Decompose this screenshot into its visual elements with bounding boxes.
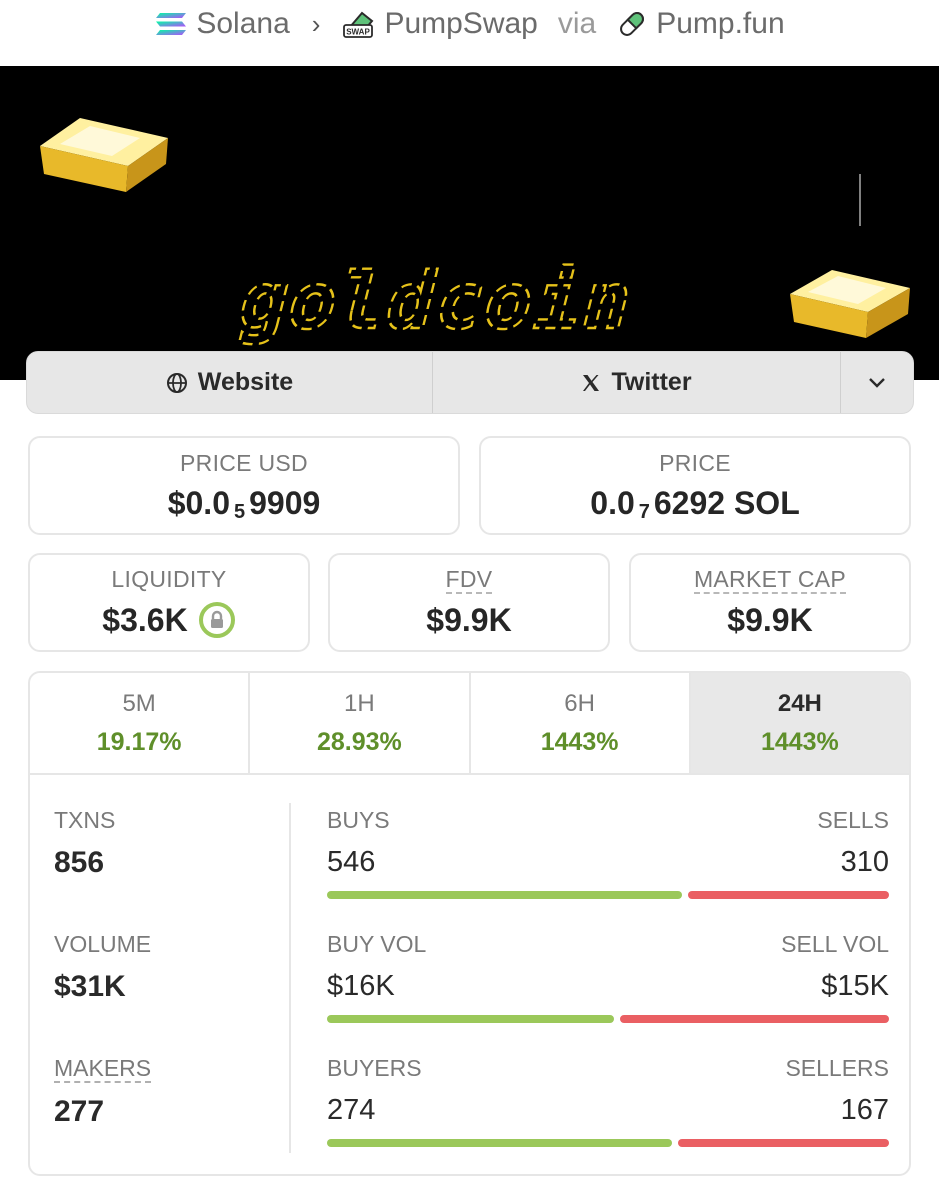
change-5m: 19.17% xyxy=(96,727,182,756)
fdv-card: FDV $9.9K xyxy=(328,553,610,652)
price-usd-label: PRICE USD xyxy=(180,449,308,476)
links-bar: Website Twitter xyxy=(26,351,914,414)
buys-value: 546 xyxy=(327,846,376,878)
price-native-value: 0.0 7 6292 SOL xyxy=(590,484,800,523)
banner-art: goldcoin xyxy=(40,118,910,348)
liquidity-card: LIQUIDITY $3.6K xyxy=(28,553,310,652)
gold-bar-icon xyxy=(790,270,910,338)
timeframe-tabs: 5M 19.17% 1H 28.93% 6H 1443% 24H 1443% xyxy=(30,673,909,775)
sellers-value: 167 xyxy=(840,1094,889,1126)
lock-icon[interactable] xyxy=(198,601,236,639)
price-usd-value: $0.0 5 9909 xyxy=(167,484,321,523)
twitter-label: Twitter xyxy=(611,368,692,396)
solana-icon xyxy=(156,13,187,35)
twitter-button[interactable]: Twitter xyxy=(433,352,841,413)
buys-sells-bar xyxy=(327,891,889,899)
buy-bar xyxy=(327,1139,672,1147)
volume-split-bar xyxy=(327,1015,889,1023)
makers-label[interactable]: MAKERS xyxy=(54,1055,152,1083)
fdv-label[interactable]: FDV xyxy=(445,566,493,594)
txns-value: 856 xyxy=(54,846,105,879)
buyers-sellers-bar xyxy=(327,1139,889,1147)
price-native-card: PRICE 0.0 7 6292 SOL xyxy=(479,436,911,535)
stats-panel: 5M 19.17% 1H 28.93% 6H 1443% 24H 1443% T… xyxy=(28,671,911,1176)
volume-stat: VOLUME $31K xyxy=(54,931,274,1004)
change-1h: 28.93% xyxy=(316,727,402,756)
sellers-label: SELLERS xyxy=(785,1055,889,1081)
fdv-value: $9.9K xyxy=(426,602,512,638)
liquidity-label: LIQUIDITY xyxy=(111,566,227,592)
makers-value: 277 xyxy=(54,1095,105,1128)
buy-bar xyxy=(327,1015,614,1023)
market-cap-label[interactable]: MARKET CAP xyxy=(693,566,847,594)
volume-label: VOLUME xyxy=(54,931,152,957)
transaction-stats: TXNS 856 VOLUME $31K MAKERS 277 BUYS SEL… xyxy=(30,777,909,1174)
pumpswap-icon: SWAP xyxy=(343,11,374,38)
liquidity-value-row: $3.6K xyxy=(102,601,235,639)
liquidity-value: $3.6K xyxy=(102,601,188,638)
market-cap-value: $9.9K xyxy=(727,602,813,638)
globe-icon xyxy=(166,372,187,393)
price-usd-card: PRICE USD $0.0 5 9909 xyxy=(28,436,460,535)
stats-divider xyxy=(289,803,291,1153)
pill-icon xyxy=(620,12,645,36)
change-24h: 1443% xyxy=(760,727,839,756)
chevron-down-icon xyxy=(869,377,885,388)
volume-split-row: BUY VOL SELL VOL $16K $15K xyxy=(327,931,889,1023)
token-banner: goldcoin xyxy=(0,66,939,380)
svg-text:goldcoin: goldcoin xyxy=(230,255,644,347)
dex-name: PumpSwap xyxy=(384,7,538,40)
chevron-right-icon: › xyxy=(311,8,321,39)
sell-bar xyxy=(678,1139,889,1147)
buy-vol-label: BUY VOL xyxy=(327,931,427,957)
buys-label: BUYS xyxy=(327,807,390,833)
price-native-label: PRICE xyxy=(659,449,731,476)
breadcrumb-launchpad[interactable]: Pump.fun xyxy=(616,7,785,41)
tab-24h[interactable]: 24H 1443% xyxy=(690,673,909,773)
buyers-value: 274 xyxy=(327,1094,376,1126)
buy-vol-value: $16K xyxy=(327,970,395,1002)
buyers-sellers-row: BUYERS SELLERS 274 167 xyxy=(327,1055,889,1147)
change-6h: 1443% xyxy=(540,727,619,756)
buyers-label: BUYERS xyxy=(327,1055,422,1081)
txns-stat: TXNS 856 xyxy=(54,807,274,880)
volume-value: $31K xyxy=(54,970,126,1003)
tab-1h[interactable]: 1H 28.93% xyxy=(250,673,471,773)
tab-5m[interactable]: 5M 19.17% xyxy=(30,673,251,773)
launchpad-name: Pump.fun xyxy=(656,7,785,40)
gold-bar-icon xyxy=(40,118,168,192)
website-label: Website xyxy=(197,368,294,396)
market-cap-card: MARKET CAP $9.9K xyxy=(629,553,911,652)
swap-badge-text: SWAP xyxy=(347,28,371,37)
sell-vol-label: SELL VOL xyxy=(781,931,889,957)
sells-label: SELLS xyxy=(817,807,889,833)
chain-name: Solana xyxy=(196,7,290,40)
sell-bar xyxy=(688,891,889,899)
buys-sells-row: BUYS SELLS 546 310 xyxy=(327,807,889,899)
breadcrumb-chain[interactable]: Solana xyxy=(154,7,290,41)
website-button[interactable]: Website xyxy=(27,352,433,413)
via-text: via xyxy=(557,7,597,40)
sell-bar xyxy=(620,1015,889,1023)
x-logo-icon xyxy=(583,374,600,391)
txns-label: TXNS xyxy=(54,807,116,833)
goldcoin-logo: goldcoin xyxy=(229,254,646,348)
more-links-button[interactable] xyxy=(841,352,913,413)
breadcrumb: Solana › SWAP PumpSwap via Pump.fun xyxy=(0,0,939,48)
breadcrumb-dex[interactable]: SWAP PumpSwap xyxy=(342,7,538,41)
buy-bar xyxy=(327,891,682,899)
tab-6h[interactable]: 6H 1443% xyxy=(471,673,691,773)
sell-vol-value: $15K xyxy=(821,970,889,1002)
makers-stat: MAKERS 277 xyxy=(54,1055,274,1129)
sells-value: 310 xyxy=(840,846,889,878)
